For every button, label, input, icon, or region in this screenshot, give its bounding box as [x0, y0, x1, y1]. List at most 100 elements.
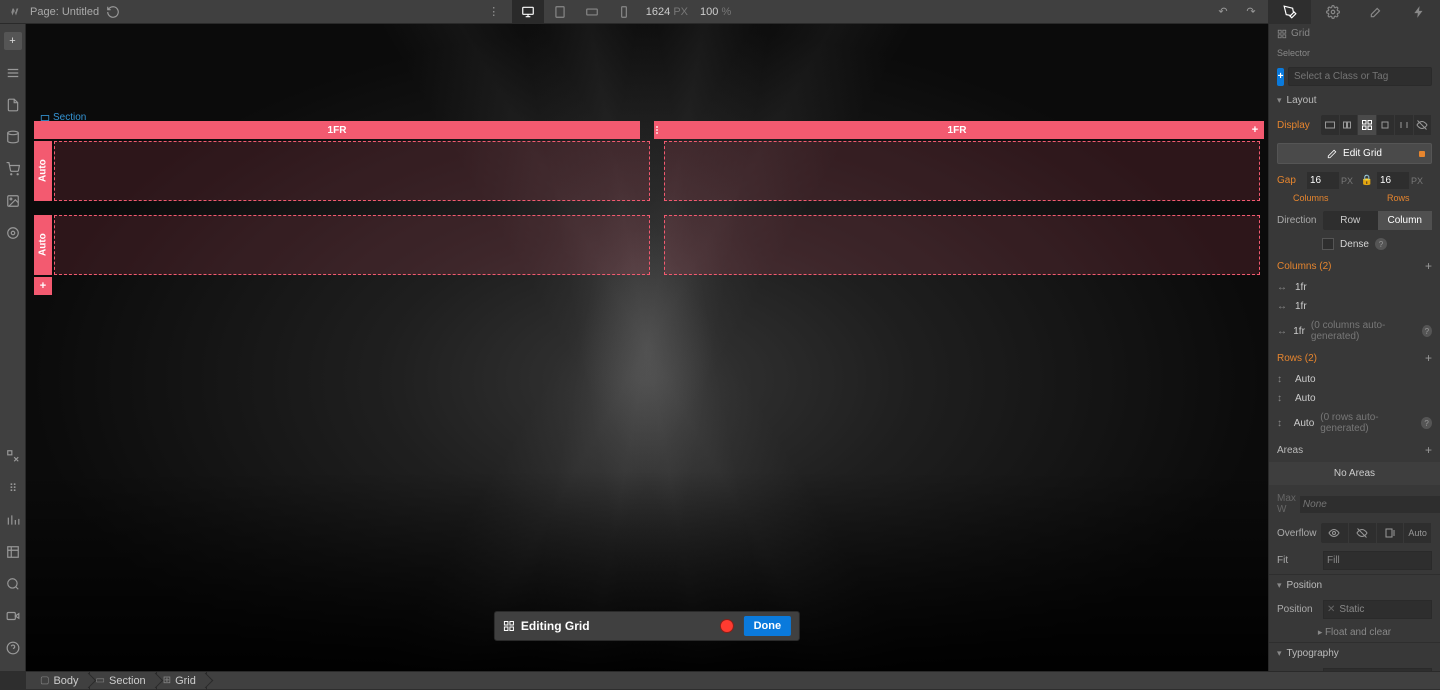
gap-lock-icon[interactable]: 🔒	[1359, 175, 1375, 186]
gap-columns-input[interactable]	[1307, 172, 1339, 189]
direction-row-button[interactable]: Row	[1323, 211, 1378, 230]
project-settings-icon[interactable]	[4, 224, 22, 242]
help-icon[interactable]	[4, 639, 22, 657]
drag-handle-icon[interactable]: ⠿	[4, 479, 22, 497]
display-inline-block-icon[interactable]	[1377, 115, 1396, 135]
canvas-width-value: 1624	[646, 6, 670, 18]
page-settings-icon[interactable]: ⋮	[486, 4, 502, 20]
font-row: Font Roboto Condensed	[1269, 664, 1440, 671]
add-row-button[interactable]: +	[34, 277, 52, 295]
gap-col-unit[interactable]: PX	[1341, 176, 1357, 186]
dense-help-icon[interactable]: ?	[1375, 238, 1387, 250]
overflow-hidden-icon[interactable]	[1349, 523, 1377, 543]
column-auto-help-icon[interactable]: ?	[1422, 325, 1432, 337]
search-icon[interactable]	[4, 575, 22, 593]
page-label[interactable]: Page: Untitled	[30, 6, 99, 18]
position-select[interactable]: ✕ Static	[1323, 600, 1432, 619]
zoom-display[interactable]: 100 %	[694, 6, 737, 18]
breadcrumb: ▢ Body ▭ Section ⊞ Grid	[26, 671, 1440, 689]
row-auto-help-icon[interactable]: ?	[1421, 417, 1432, 429]
grid-cell[interactable]	[664, 215, 1260, 275]
fit-select[interactable]: Fill	[1323, 551, 1432, 570]
display-flex-icon[interactable]	[1340, 115, 1359, 135]
gap-rows-input[interactable]	[1377, 172, 1409, 189]
layout-section-header[interactable]: ▾ Layout	[1269, 90, 1440, 111]
row-track-item[interactable]: ↕ Auto	[1269, 370, 1440, 389]
layout-heading: Layout	[1287, 95, 1317, 106]
refresh-icon[interactable]	[105, 4, 121, 20]
position-section-header[interactable]: ▾ Position	[1269, 575, 1440, 596]
add-row-track-button[interactable]: +	[1425, 351, 1432, 365]
redo-icon[interactable]: ↷	[1243, 4, 1259, 20]
breadcrumb-body[interactable]: ▢ Body	[34, 672, 90, 690]
cms-icon[interactable]	[4, 128, 22, 146]
column-drag-handle[interactable]	[656, 126, 658, 134]
desktop-icon[interactable]	[512, 0, 544, 24]
breadcrumb-grid[interactable]: ⊞ Grid	[157, 672, 207, 690]
guides-icon[interactable]	[4, 543, 22, 561]
recording-indicator-icon[interactable]	[720, 619, 734, 633]
grid-cell[interactable]	[664, 141, 1260, 201]
gap-row-unit[interactable]: PX	[1411, 176, 1427, 186]
row-auto-item[interactable]: ↕ Auto (0 rows auto-generated) ?	[1269, 408, 1440, 438]
assets-icon[interactable]	[4, 192, 22, 210]
typography-section-header[interactable]: ▾ Typography	[1269, 643, 1440, 664]
column-auto-item[interactable]: ↔ 1fr (0 columns auto-generated) ?	[1269, 316, 1440, 346]
column-track-item[interactable]: ↔ 1fr	[1269, 278, 1440, 297]
canvas-width-display[interactable]: 1624 PX	[640, 6, 694, 18]
direction-column-button[interactable]: Column	[1378, 211, 1433, 230]
style-manager-tab[interactable]	[1354, 0, 1397, 24]
tablet-icon[interactable]	[544, 0, 576, 24]
add-element-icon[interactable]: +	[4, 32, 22, 50]
video-help-icon[interactable]	[4, 607, 22, 625]
column-drag-handle[interactable]	[36, 126, 38, 134]
section-element-badge[interactable]: Section	[40, 112, 86, 123]
display-block-icon[interactable]	[1321, 115, 1340, 135]
edit-mode-icon[interactable]	[4, 447, 22, 465]
pages-icon[interactable]	[4, 96, 22, 114]
direction-buttons: Row Column	[1323, 211, 1432, 230]
editing-pill-text: Editing Grid	[521, 619, 590, 633]
overflow-visible-icon[interactable]	[1321, 523, 1349, 543]
grid-cell[interactable]	[54, 215, 650, 275]
ecommerce-icon[interactable]	[4, 160, 22, 178]
undo-icon[interactable]: ↶	[1215, 4, 1231, 20]
canvas[interactable]: Section 1FR 1FR + Auto Auto	[26, 24, 1268, 671]
navigator-icon[interactable]	[4, 64, 22, 82]
editing-grid-pill: Editing Grid Done	[494, 611, 800, 641]
interactions-tab[interactable]	[1397, 0, 1440, 24]
breadcrumb-section[interactable]: ▭ Section	[90, 672, 157, 690]
add-area-button[interactable]: +	[1425, 443, 1432, 457]
overflow-scroll-icon[interactable]	[1377, 523, 1405, 543]
column-header-1[interactable]: 1FR	[34, 121, 640, 139]
webflow-logo-icon[interactable]	[8, 4, 24, 20]
maxw-input[interactable]	[1300, 496, 1440, 513]
row-track-item[interactable]: ↕ Auto	[1269, 389, 1440, 408]
selector-heading: Selector	[1269, 43, 1440, 63]
add-column-track-button[interactable]: +	[1425, 259, 1432, 273]
add-column-button[interactable]: +	[1246, 121, 1264, 139]
breadcrumb-grid-label: Grid	[175, 675, 196, 687]
audit-panel-icon[interactable]	[4, 511, 22, 529]
mobile-landscape-icon[interactable]	[576, 0, 608, 24]
settings-tab[interactable]	[1311, 0, 1354, 24]
add-class-button[interactable]: +	[1277, 68, 1284, 86]
overflow-auto-button[interactable]: Auto	[1404, 523, 1432, 543]
done-button[interactable]: Done	[744, 616, 792, 636]
grid-cell[interactable]	[54, 141, 650, 201]
row-header-1[interactable]: Auto	[34, 141, 52, 201]
row-header-2[interactable]: Auto	[34, 215, 52, 275]
class-selector-input[interactable]	[1288, 67, 1432, 86]
gap-sublabels: Columns Rows	[1269, 193, 1440, 207]
mobile-portrait-icon[interactable]	[608, 0, 640, 24]
display-inline-icon[interactable]	[1395, 115, 1414, 135]
display-grid-icon[interactable]	[1358, 115, 1377, 135]
dense-checkbox[interactable]	[1322, 238, 1334, 250]
column-track-item[interactable]: ↔ 1fr	[1269, 297, 1440, 316]
edit-grid-button[interactable]: Edit Grid	[1277, 143, 1432, 164]
collapse-arrow-icon: ▾	[1277, 95, 1282, 106]
float-clear-toggle[interactable]: ▸ Float and clear	[1269, 623, 1440, 642]
column-header-2[interactable]: 1FR	[654, 121, 1260, 139]
style-tab[interactable]	[1268, 0, 1311, 24]
display-none-icon[interactable]	[1414, 115, 1433, 135]
